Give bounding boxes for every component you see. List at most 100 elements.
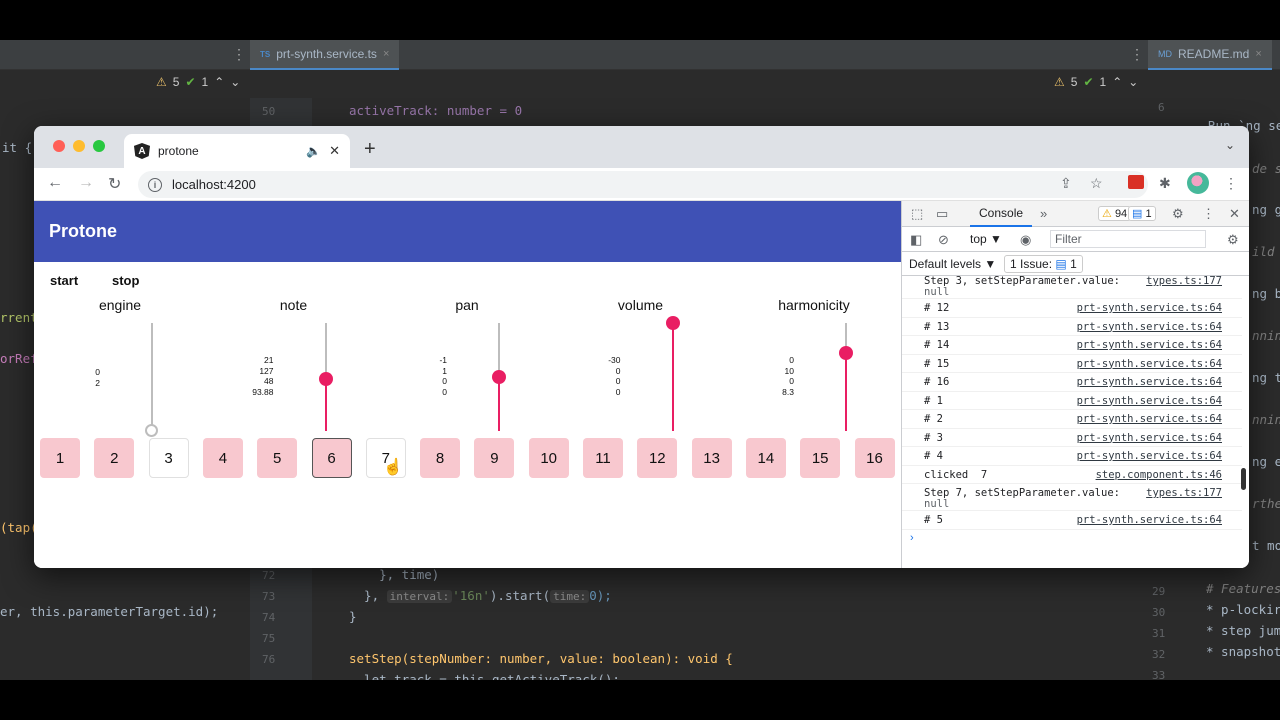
code-line: setStep(stepNumber: number, value: boole… <box>349 651 733 666</box>
console-prompt[interactable]: › <box>910 532 914 544</box>
step-button-15[interactable]: 15 <box>800 438 841 478</box>
clear-console-icon[interactable]: ⊘ <box>938 232 949 248</box>
param-slider-thumb[interactable] <box>145 424 158 437</box>
console-source-link[interactable]: prt-synth.service.ts:64 <box>1077 514 1222 526</box>
param-slider-thumb[interactable] <box>839 346 853 361</box>
console-source-link[interactable]: prt-synth.service.ts:64 <box>1077 339 1222 351</box>
console-source-link[interactable]: prt-synth.service.ts:64 <box>1077 450 1222 462</box>
console-source-link[interactable]: types.ts:177 <box>1146 487 1222 499</box>
console-source-link[interactable]: prt-synth.service.ts:64 <box>1077 302 1222 314</box>
console-source-link[interactable]: prt-synth.service.ts:64 <box>1077 321 1222 333</box>
browser-window: A protone 🔈 ✕ + ⌄ ← → ↻ i localhost:4200… <box>34 126 1249 568</box>
log-levels-select[interactable]: Default levels ▼ <box>909 257 996 271</box>
gear-icon[interactable]: ⚙ <box>1172 206 1184 222</box>
console-scrollbar[interactable] <box>1241 468 1246 490</box>
param-slider-track[interactable] <box>318 323 333 431</box>
extensions-puzzle-icon[interactable]: ✱ <box>1159 175 1171 192</box>
chevron-down-icon[interactable]: ⌄ <box>230 75 240 89</box>
console-source-link[interactable]: types.ts:177 <box>1146 276 1222 287</box>
tab-console[interactable]: Console <box>970 201 1033 227</box>
info-icon[interactable]: i <box>148 177 162 192</box>
console-source-link[interactable]: prt-synth.service.ts:64 <box>1077 395 1222 407</box>
param-slider-thumb[interactable] <box>492 370 506 384</box>
step-button-13[interactable]: 13 <box>691 438 732 478</box>
back-arrow-icon[interactable]: ← <box>47 174 63 192</box>
step-button-3[interactable]: 3 <box>148 438 189 478</box>
gear-icon[interactable]: ⚙ <box>1227 232 1239 248</box>
eye-icon[interactable]: ◉ <box>1020 232 1031 248</box>
message-badge[interactable]: ▤ 1 <box>1128 206 1156 221</box>
console-source-link[interactable]: prt-synth.service.ts:64 <box>1077 376 1222 388</box>
chevron-up-icon[interactable]: ⌃ <box>1112 75 1122 89</box>
share-icon[interactable]: ⇪ <box>1060 175 1072 192</box>
ide-tab-service[interactable]: TS prt-synth.service.ts × <box>250 40 400 70</box>
step-button-10[interactable]: 10 <box>528 438 569 478</box>
readout-value: 21 <box>264 355 274 365</box>
chevron-down-icon[interactable]: ⌄ <box>1128 75 1138 89</box>
ide-tab-readme[interactable]: MD README.md × <box>1148 40 1272 70</box>
inspect-element-icon[interactable]: ⬚ <box>911 206 923 222</box>
chevron-up-icon[interactable]: ⌃ <box>214 75 224 89</box>
kebab-icon[interactable]: ⋮ <box>232 46 246 63</box>
step-button-11[interactable]: 11 <box>583 438 623 478</box>
kebab-icon[interactable]: ⋮ <box>1224 175 1238 192</box>
console-source-link[interactable]: step.component.ts:46 <box>1096 469 1222 481</box>
line-number: 75 <box>262 632 276 645</box>
step-button-8[interactable]: 8 <box>420 438 461 478</box>
console-source-link[interactable]: prt-synth.service.ts:64 <box>1077 358 1222 370</box>
speaker-icon[interactable]: 🔈 <box>306 144 321 158</box>
step-button-14[interactable]: 14 <box>745 438 786 478</box>
param-slider-thumb[interactable] <box>665 316 680 330</box>
sidebar-toggle-icon[interactable]: ◧ <box>910 232 922 248</box>
param-slider-track[interactable] <box>145 323 158 437</box>
step-button-12[interactable]: 12 <box>637 438 678 478</box>
inspection-widget[interactable]: ⚠ 5 ✔ 1 ⌃ ⌄ <box>156 75 240 89</box>
console-message: # 13 prt-synth.service.ts:64 <box>902 318 1242 336</box>
maximize-window-button[interactable] <box>93 140 105 152</box>
address-bar[interactable]: i localhost:4200 <box>138 171 1148 198</box>
filter-input[interactable]: Filter <box>1050 230 1206 248</box>
warning-count: 5 <box>1070 75 1078 89</box>
kebab-icon[interactable]: ⋮ <box>1130 46 1144 63</box>
close-icon[interactable]: × <box>1255 48 1261 60</box>
inspection-widget[interactable]: ⚠ 5 ✔ 1 ⌃ ⌄ <box>1054 75 1138 89</box>
context-select[interactable]: top ▼ <box>970 232 1002 246</box>
start-button[interactable]: start <box>50 273 78 288</box>
reload-icon[interactable]: ↻ <box>108 174 121 194</box>
more-tabs-icon[interactable]: » <box>1040 206 1047 221</box>
close-icon[interactable]: × <box>383 48 389 60</box>
step-button-9[interactable]: 9 <box>474 438 515 478</box>
chevron-down-icon[interactable]: ⌄ <box>1225 138 1235 152</box>
readout-value: -1 <box>439 355 447 365</box>
new-tab-button[interactable]: + <box>364 138 376 161</box>
forward-arrow-icon[interactable]: → <box>78 174 94 192</box>
param-slider-track[interactable] <box>839 323 853 431</box>
step-button-6[interactable]: 6 <box>311 438 352 478</box>
console-source-link[interactable]: prt-synth.service.ts:64 <box>1077 432 1222 444</box>
step-button-4[interactable]: 4 <box>202 438 243 478</box>
param-label: harmonicity <box>778 297 850 313</box>
kebab-icon[interactable]: ⋮ <box>1202 206 1215 222</box>
param-slider-track[interactable] <box>492 323 506 431</box>
close-window-button[interactable] <box>53 140 65 152</box>
devtools-tabbar: ⬚ ▭ Console » ⚠ 94 ▤ 1 ⚙ ⋮ ✕ <box>902 201 1249 227</box>
star-icon[interactable]: ☆ <box>1090 175 1103 192</box>
step-button-1[interactable]: 1 <box>40 438 80 478</box>
browser-tab-protone[interactable]: A protone 🔈 ✕ <box>124 134 350 168</box>
param-slider-track[interactable] <box>665 316 680 431</box>
step-button-16[interactable]: 16 <box>854 438 895 478</box>
console-source-link[interactable]: prt-synth.service.ts:64 <box>1077 413 1222 425</box>
param-slider-thumb[interactable] <box>318 372 333 387</box>
close-icon[interactable]: ✕ <box>1229 206 1240 222</box>
issues-button[interactable]: 1 Issue: ▤ 1 <box>1004 255 1083 273</box>
avatar[interactable] <box>1187 172 1209 194</box>
minimize-window-button[interactable] <box>73 140 85 152</box>
device-toolbar-icon[interactable]: ▭ <box>936 206 948 222</box>
step-button-5[interactable]: 5 <box>257 438 298 478</box>
step-button-2[interactable]: 2 <box>94 438 135 478</box>
extension-icon[interactable] <box>1128 175 1144 189</box>
warning-badge[interactable]: ⚠ 94 <box>1098 206 1132 221</box>
stop-button[interactable]: stop <box>112 273 139 288</box>
close-icon[interactable]: ✕ <box>329 143 340 159</box>
warning-icon: ⚠ <box>1102 208 1112 220</box>
